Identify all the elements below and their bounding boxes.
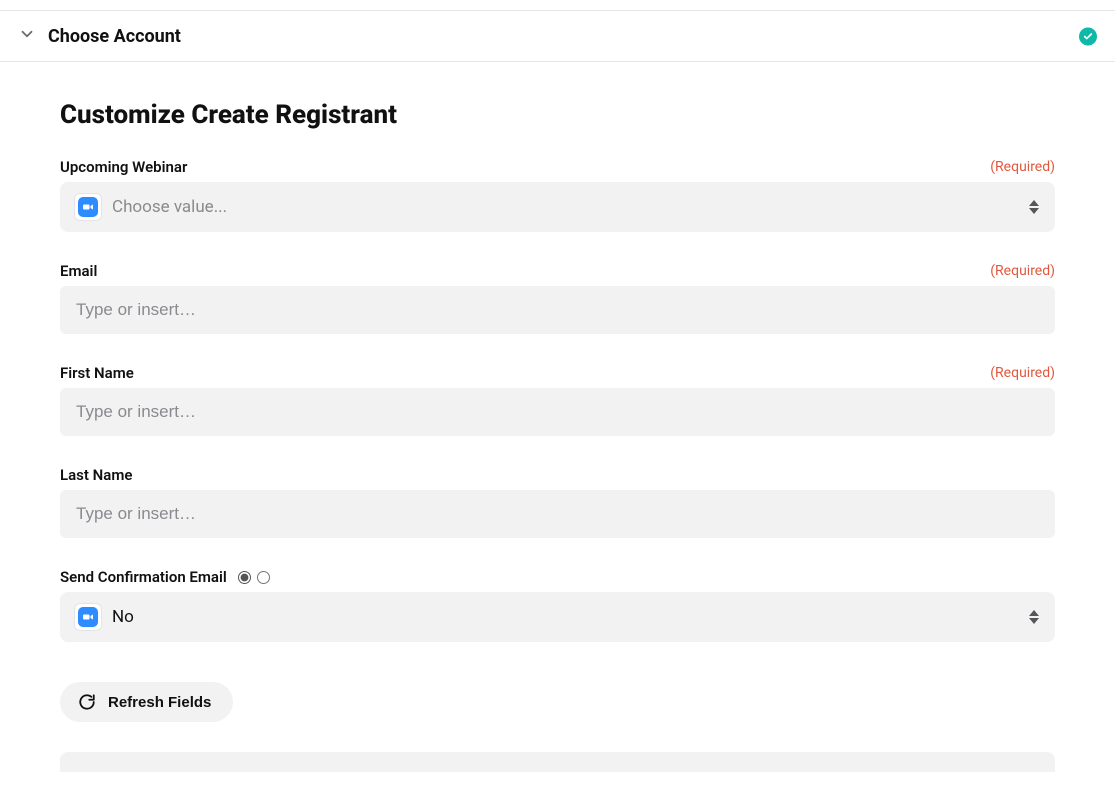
form-heading: Customize Create Registrant bbox=[60, 100, 1055, 130]
status-complete-icon bbox=[1079, 27, 1097, 46]
field-email: Email (Required) bbox=[60, 262, 1055, 334]
select-upcoming-webinar[interactable]: Choose value... bbox=[60, 182, 1055, 232]
refresh-fields-button[interactable]: Refresh Fields bbox=[60, 682, 233, 722]
select-value: No bbox=[112, 607, 134, 627]
required-marker: (Required) bbox=[990, 159, 1055, 175]
field-send-confirmation: Send Confirmation Email No bbox=[60, 568, 1055, 642]
label-last-name: Last Name bbox=[60, 466, 132, 484]
radio-group-send-confirmation bbox=[235, 571, 273, 584]
input-email[interactable] bbox=[74, 299, 1041, 321]
label-email: Email bbox=[60, 262, 97, 280]
next-panel-peek bbox=[60, 752, 1055, 772]
form-content: Customize Create Registrant Upcoming Web… bbox=[0, 62, 1115, 812]
radio-option-2[interactable] bbox=[257, 571, 270, 584]
zoom-icon bbox=[74, 603, 102, 631]
choose-account-panel: Choose Account Customize Create Registra… bbox=[0, 10, 1115, 812]
refresh-label: Refresh Fields bbox=[108, 694, 211, 711]
field-last-name: Last Name bbox=[60, 466, 1055, 538]
radio-option-1[interactable] bbox=[238, 571, 251, 584]
select-placeholder: Choose value... bbox=[112, 197, 227, 217]
label-send-confirmation: Send Confirmation Email bbox=[60, 568, 227, 586]
label-upcoming-webinar: Upcoming Webinar bbox=[60, 158, 187, 176]
label-first-name: First Name bbox=[60, 364, 134, 382]
input-first-name[interactable] bbox=[74, 401, 1041, 423]
panel-title: Choose Account bbox=[48, 26, 181, 47]
input-last-name[interactable] bbox=[74, 503, 1041, 525]
field-first-name: First Name (Required) bbox=[60, 364, 1055, 436]
panel-header[interactable]: Choose Account bbox=[0, 11, 1115, 62]
refresh-icon bbox=[78, 693, 96, 711]
chevron-down-icon bbox=[18, 25, 36, 47]
sort-icon bbox=[1029, 200, 1039, 214]
required-marker: (Required) bbox=[990, 365, 1055, 381]
select-send-confirmation[interactable]: No bbox=[60, 592, 1055, 642]
field-upcoming-webinar: Upcoming Webinar (Required) Choose value… bbox=[60, 158, 1055, 232]
zoom-icon bbox=[74, 193, 102, 221]
required-marker: (Required) bbox=[990, 263, 1055, 279]
sort-icon bbox=[1029, 610, 1039, 624]
